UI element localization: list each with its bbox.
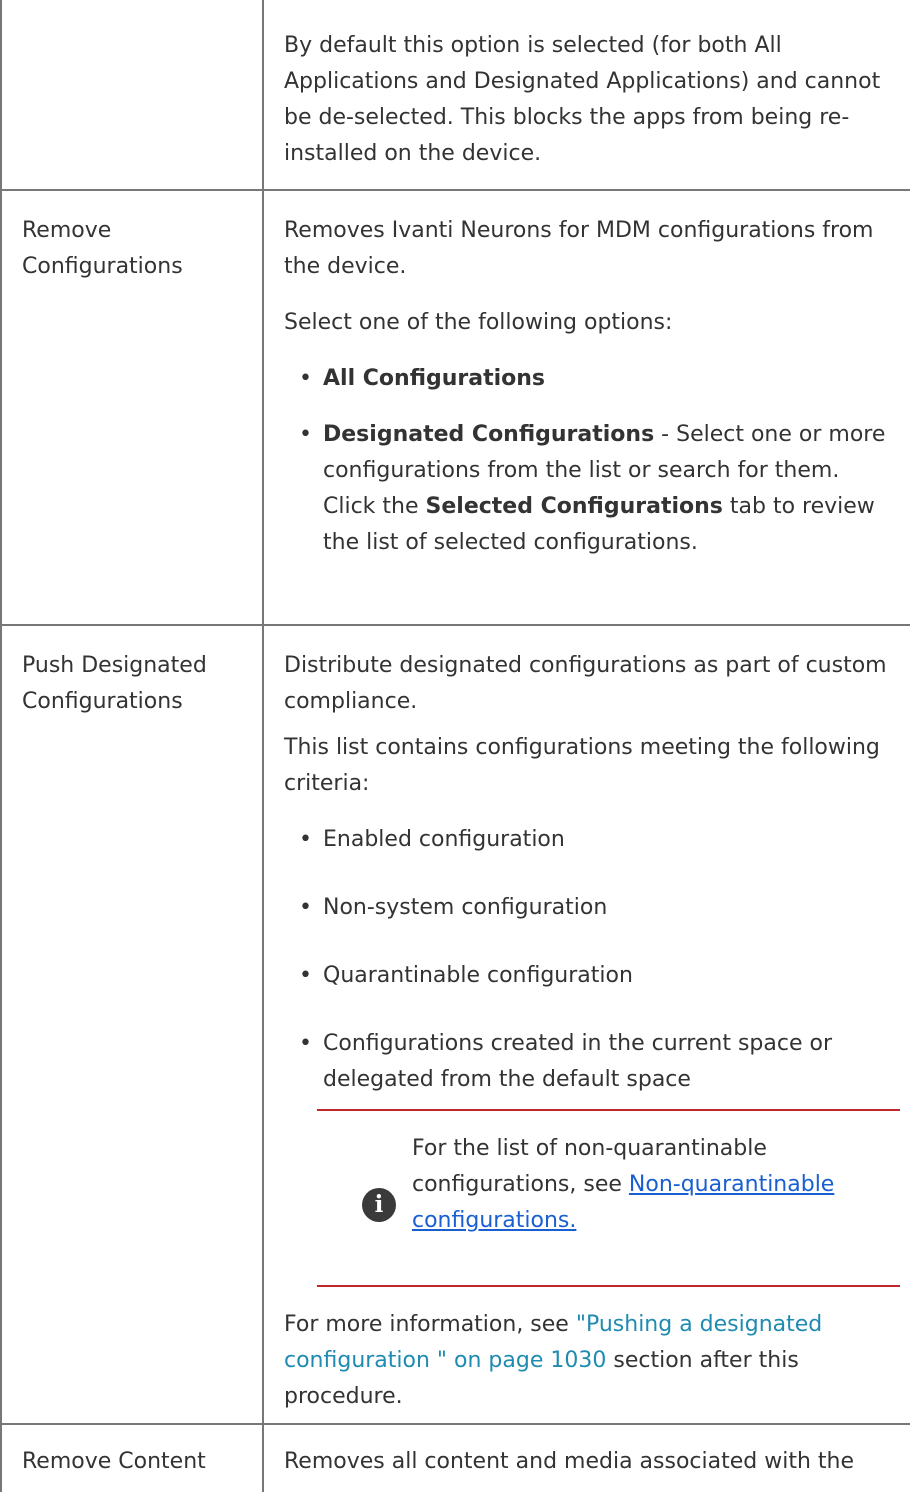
more-information-text: For more information, see "Pushing a des…: [284, 1312, 823, 1409]
note-bottom-rule: [317, 1285, 900, 1287]
description-text: Removes Ivanti Neurons for MDM configura…: [284, 218, 874, 279]
option-name: Designated Configurations: [323, 422, 655, 447]
description-text: Select one of the following options:: [284, 310, 673, 335]
list-item: Non-system configuration: [284, 890, 894, 926]
note-top-rule: [317, 1109, 900, 1111]
row-description-remove-configurations: Removes Ivanti Neurons for MDM configura…: [284, 213, 894, 561]
row-label-remove-content: Remove Content: [22, 1449, 206, 1474]
list-item: Enabled configuration: [284, 822, 894, 858]
list-item: Quarantinable configuration: [284, 958, 894, 994]
table-row-continuation-description: By default this option is selected (for …: [284, 28, 894, 172]
table-left-border: [0, 0, 2, 1492]
description-text: By default this option is selected (for …: [284, 33, 881, 166]
criteria-list: Enabled configuration Non-system configu…: [284, 822, 894, 1098]
list-item: Configurations created in the current sp…: [284, 1026, 894, 1098]
list-item: Designated Configurations - Select one o…: [284, 417, 894, 561]
row-label-remove-configurations: Remove Configurations: [22, 218, 183, 279]
row-description-remove-content: Removes all content and media associated…: [284, 1449, 855, 1474]
option-name: All Configurations: [323, 366, 546, 391]
description-text: This list contains configurations meetin…: [284, 735, 880, 796]
options-table: By default this option is selected (for …: [0, 0, 910, 1492]
info-icon: i: [362, 1188, 396, 1222]
note-text: For the list of non-quarantinable config…: [412, 1136, 835, 1233]
row-label-push-designated-configurations: Push Designated Configurations: [22, 653, 207, 714]
list-item: All Configurations: [284, 361, 894, 397]
table-column-divider: [262, 0, 264, 1492]
table-row-divider: [0, 189, 910, 191]
table-row-divider: [0, 1423, 910, 1425]
description-text: Distribute designated configurations as …: [284, 653, 887, 714]
row-description-push-designated-configurations: Distribute designated configurations as …: [284, 648, 894, 1098]
tab-name: Selected Configurations: [425, 494, 723, 519]
option-list: All Configurations Designated Configurat…: [284, 361, 894, 561]
table-row-divider: [0, 624, 910, 626]
